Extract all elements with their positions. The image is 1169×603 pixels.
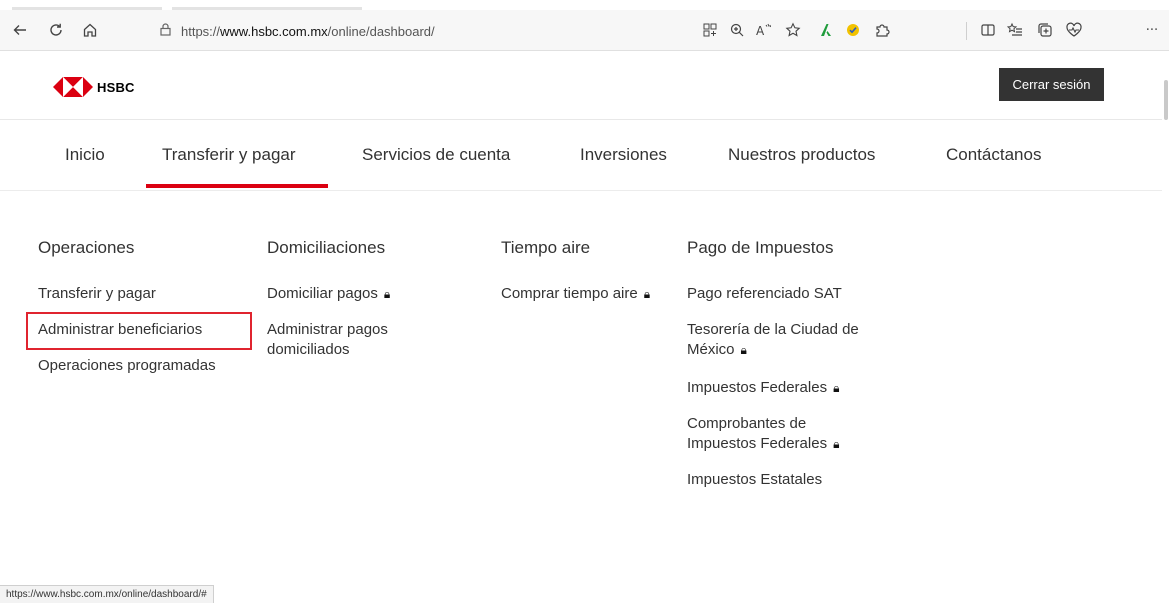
menu-link-pago-referenciado-sat[interactable]: Pago referenciado SAT: [687, 284, 842, 304]
hsbc-hexagon-icon: [53, 77, 93, 97]
menu-link-administrar-pagos-domiciliados[interactable]: Administrar pagos domiciliados: [267, 320, 388, 360]
menu-link-impuestos-estatales[interactable]: Impuestos Estatales: [687, 470, 822, 490]
link-label-line2: Impuestos Federales: [687, 435, 828, 452]
svg-text:A: A: [756, 24, 765, 38]
lock-icon: 🔒︎: [643, 287, 651, 301]
lock-icon: 🔒︎: [833, 437, 840, 451]
tab-strip: [0, 0, 1169, 10]
menu-link-impuestos-federales[interactable]: Impuestos Federales 🔒︎: [687, 378, 839, 398]
link-label-line2: domiciliados: [267, 341, 350, 358]
menu-link-operaciones-programadas[interactable]: Operaciones programadas: [38, 356, 216, 376]
menu-link-administrar-beneficiarios[interactable]: Administrar beneficiarios: [38, 320, 202, 340]
url-path: /online/dashboard/: [327, 23, 435, 39]
nav-item-servicios-de-cuenta[interactable]: Servicios de cuenta: [362, 145, 510, 165]
extension-check-icon[interactable]: [841, 18, 865, 42]
back-arrow-icon[interactable]: [8, 18, 32, 42]
url-domain: www.hsbc.com.mx: [220, 23, 328, 39]
browser-toolbar: https://www.hsbc.com.mx/online/dashboard…: [0, 10, 1169, 51]
read-aloud-icon[interactable]: A: [752, 18, 776, 42]
menu-link-domiciliar-pagos[interactable]: Domiciliar pagos 🔒︎: [267, 284, 390, 304]
logout-button[interactable]: Cerrar sesión: [999, 68, 1104, 101]
star-icon[interactable]: [781, 18, 805, 42]
address-bar[interactable]: https://www.hsbc.com.mx/online/dashboard…: [160, 21, 435, 41]
active-nav-indicator: [146, 184, 328, 188]
nav-item-nuestros-productos[interactable]: Nuestros productos: [728, 145, 875, 165]
zoom-icon[interactable]: [725, 18, 749, 42]
logo-text: HSBC: [97, 79, 135, 95]
lock-icon: 🔒︎: [383, 287, 391, 301]
link-label: Impuestos Federales: [687, 379, 828, 396]
home-icon[interactable]: [78, 18, 102, 42]
link-label: Comprar tiempo aire: [501, 285, 638, 302]
puzzle-icon[interactable]: [870, 18, 894, 42]
favorites-list-icon[interactable]: [1003, 18, 1027, 42]
extension-a-icon[interactable]: [814, 18, 838, 42]
main-nav: Inicio Transferir y pagar Servicios de c…: [0, 120, 1162, 191]
nav-item-contactanos[interactable]: Contáctanos: [946, 145, 1041, 165]
browser-essentials-icon[interactable]: [1062, 18, 1086, 42]
status-url: https://www.hsbc.com.mx/online/dashboard…: [0, 585, 214, 603]
toolbar-divider: [966, 22, 967, 40]
link-label-line1: Tesorería de la Ciudad de: [687, 321, 859, 338]
app-grid-icon[interactable]: [698, 18, 722, 42]
link-label: Domiciliar pagos: [267, 285, 378, 302]
nav-item-inicio[interactable]: Inicio: [65, 145, 105, 165]
refresh-icon[interactable]: [44, 18, 68, 42]
page-scrollbar[interactable]: [1164, 80, 1168, 120]
menu-link-comprar-tiempo-aire[interactable]: Comprar tiempo aire 🔒︎: [501, 284, 650, 304]
lock-icon: 🔒︎: [833, 381, 840, 395]
menu-column-title: Operaciones: [38, 238, 135, 257]
site-header: HSBC Cerrar sesión: [0, 51, 1162, 120]
menu-column-title: Domiciliaciones: [267, 238, 386, 257]
menu-column-title: Pago de Impuestos: [687, 238, 834, 257]
more-icon[interactable]: ···: [1140, 18, 1164, 42]
nav-item-transferir-y-pagar[interactable]: Transferir y pagar: [162, 145, 296, 165]
split-screen-icon[interactable]: [976, 18, 1000, 42]
url-prefix: https://: [181, 23, 221, 39]
menu-column-title: Tiempo aire: [501, 238, 591, 257]
hsbc-logo[interactable]: HSBC: [53, 77, 135, 97]
menu-link-tesoreria-cdmx[interactable]: Tesorería de la Ciudad de México 🔒︎: [687, 320, 859, 360]
collections-icon[interactable]: [1033, 18, 1057, 42]
lock-icon: 🔒︎: [740, 343, 747, 357]
lock-icon[interactable]: [160, 23, 171, 39]
nav-item-inversiones[interactable]: Inversiones: [580, 145, 667, 165]
link-label-line1: Comprobantes de: [687, 415, 807, 432]
menu-link-transferir-y-pagar[interactable]: Transferir y pagar: [38, 284, 156, 304]
link-label-line2: México: [687, 341, 735, 358]
menu-link-comprobantes-impuestos-federales[interactable]: Comprobantes de Impuestos Federales 🔒︎: [687, 414, 839, 454]
link-label-line1: Administrar pagos: [267, 321, 388, 338]
